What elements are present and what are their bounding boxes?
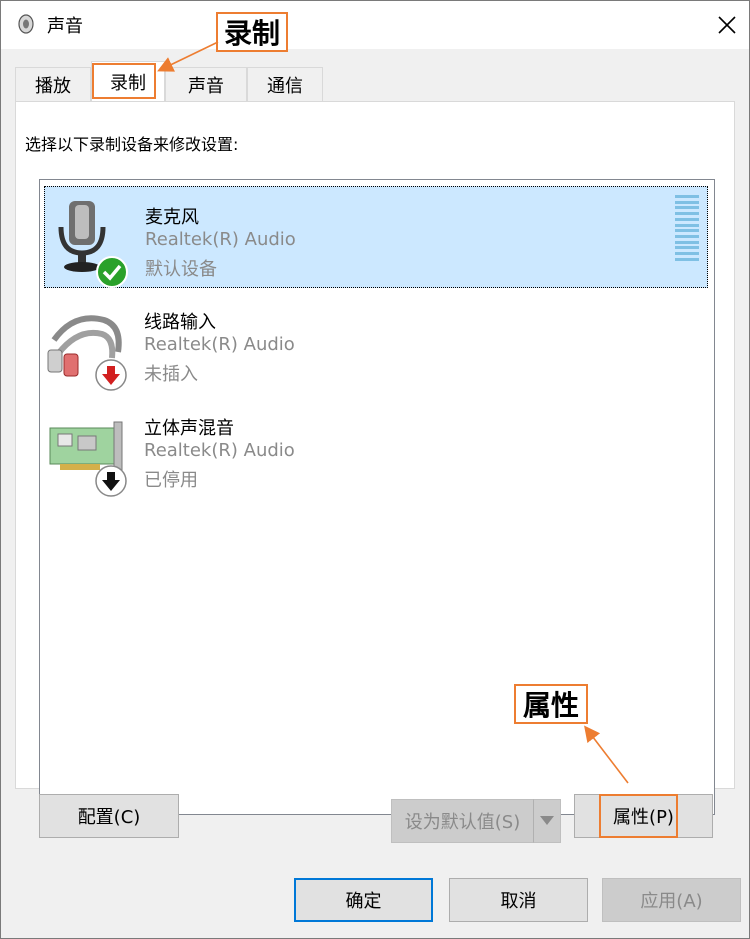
device-name: 线路输入 [144, 312, 216, 333]
cancel-button[interactable]: 取消 [449, 878, 588, 922]
speaker-icon [18, 14, 34, 34]
tab-playback[interactable]: 播放 [15, 67, 91, 101]
record-tab-highlight [92, 63, 156, 99]
device-driver: Realtek(R) Audio [145, 229, 296, 250]
ok-button[interactable]: 确定 [294, 878, 433, 922]
device-name: 麦克风 [145, 207, 199, 228]
device-item-microphone[interactable]: 麦克风 Realtek(R) Audio 默认设备 [44, 186, 708, 288]
tab-sounds[interactable]: 声音 [165, 67, 247, 101]
close-icon [718, 16, 736, 34]
tab-communications[interactable]: 通信 [247, 67, 323, 101]
title-bar: 声音 [1, 1, 749, 49]
device-status: 默认设备 [145, 259, 217, 280]
chevron-down-icon [540, 816, 554, 825]
properties-callout: 属性 [514, 684, 588, 724]
recording-device-list[interactable]: 麦克风 Realtek(R) Audio 默认设备 线路输入 Realtek(R… [39, 179, 715, 815]
properties-button-highlight [599, 794, 678, 838]
device-item-stereo-mix[interactable]: 立体声混音 Realtek(R) Audio 已停用 [44, 398, 708, 500]
close-button[interactable] [707, 7, 747, 43]
device-status: 已停用 [144, 470, 198, 491]
device-status: 未插入 [144, 364, 198, 385]
red-down-arrow-icon [95, 359, 127, 391]
record-callout: 录制 [216, 12, 288, 52]
instruction-text: 选择以下录制设备来修改设置: [25, 135, 239, 154]
level-meter [675, 195, 699, 261]
set-default-button[interactable]: 设为默认值(S) [391, 799, 534, 843]
apply-button[interactable]: 应用(A) [602, 878, 741, 922]
configure-button[interactable]: 配置(C) [39, 794, 179, 838]
device-item-line-in[interactable]: 线路输入 Realtek(R) Audio 未插入 [44, 292, 708, 394]
set-default-dropdown[interactable] [533, 799, 561, 843]
device-driver: Realtek(R) Audio [144, 440, 295, 461]
device-driver: Realtek(R) Audio [144, 334, 295, 355]
window-title: 声音 [47, 16, 83, 37]
check-icon [96, 256, 128, 288]
black-down-arrow-icon [95, 465, 127, 497]
device-name: 立体声混音 [144, 418, 234, 439]
